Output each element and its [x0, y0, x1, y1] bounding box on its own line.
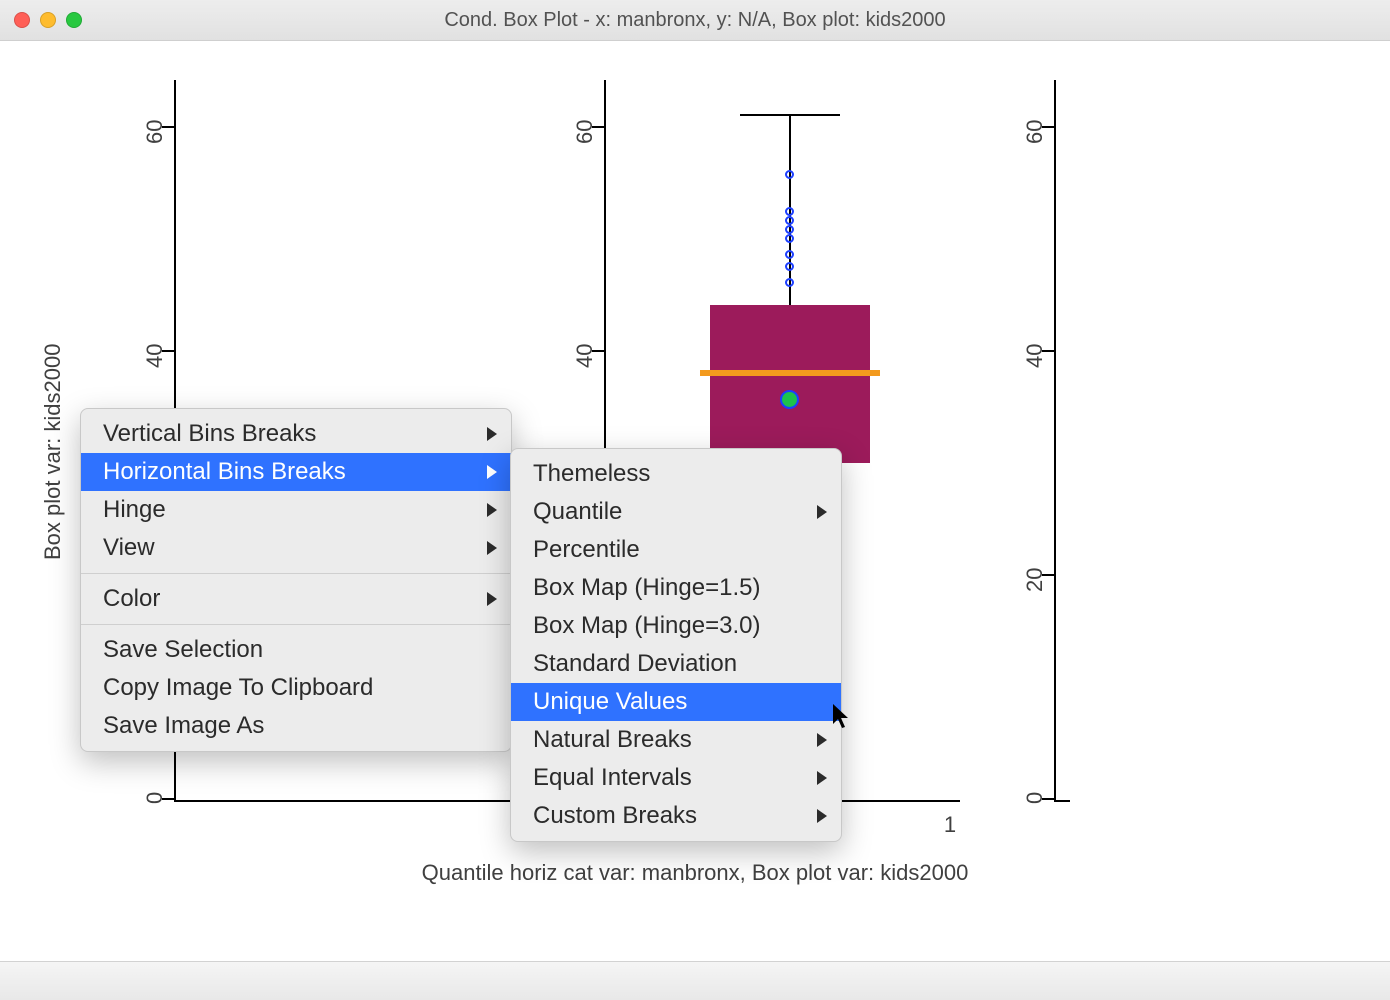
submenu-themeless[interactable]: Themeless	[511, 455, 841, 493]
x-axis-caption: Quantile horiz cat var: manbronx, Box pl…	[0, 860, 1390, 886]
x-category-label: 1	[940, 812, 960, 838]
y-tick-label: 40	[142, 344, 168, 368]
median-line	[700, 370, 880, 376]
y-tick-label: 60	[142, 120, 168, 144]
y-tick-label: 0	[1022, 792, 1048, 804]
outlier	[785, 234, 794, 243]
menu-save-image-as[interactable]: Save Image As	[81, 707, 511, 745]
outlier	[785, 170, 794, 179]
submenu-natural-breaks[interactable]: Natural Breaks	[511, 721, 841, 759]
titlebar: Cond. Box Plot - x: manbronx, y: N/A, Bo…	[0, 0, 1390, 41]
submenu-quantile[interactable]: Quantile	[511, 493, 841, 531]
submenu-boxmap15[interactable]: Box Map (Hinge=1.5)	[511, 569, 841, 607]
close-icon[interactable]	[14, 12, 30, 28]
outlier	[785, 216, 794, 225]
y-tick-label: 60	[572, 120, 598, 144]
y-axis-label: Box plot var: kids2000	[40, 344, 66, 560]
y-tick-label: 40	[572, 344, 598, 368]
y-tick-label: 20	[1022, 568, 1048, 592]
outlier	[785, 262, 794, 271]
submenu-equal-intervals[interactable]: Equal Intervals	[511, 759, 841, 797]
y-axis-line	[1054, 80, 1056, 800]
menu-color[interactable]: Color	[81, 580, 511, 618]
submenu-stddev[interactable]: Standard Deviation	[511, 645, 841, 683]
y-tick-label: 60	[1022, 120, 1048, 144]
menu-separator	[81, 573, 511, 574]
x-axis-line	[1054, 800, 1070, 802]
status-bar	[0, 961, 1390, 1000]
outlier	[785, 278, 794, 287]
menu-view[interactable]: View	[81, 529, 511, 567]
zoom-icon[interactable]	[66, 12, 82, 28]
menu-vertical-bins[interactable]: Vertical Bins Breaks	[81, 415, 511, 453]
submenu-unique-values[interactable]: Unique Values	[511, 683, 841, 721]
submenu-custom-breaks[interactable]: Custom Breaks	[511, 797, 841, 835]
context-menu[interactable]: Vertical Bins Breaks Horizontal Bins Bre…	[80, 408, 512, 752]
x-axis-line	[174, 800, 530, 802]
menu-save-selection[interactable]: Save Selection	[81, 631, 511, 669]
y-tick-label: 40	[1022, 344, 1048, 368]
outlier	[785, 225, 794, 234]
mean-dot	[780, 390, 799, 409]
box-rect	[710, 305, 870, 463]
submenu-percentile[interactable]: Percentile	[511, 531, 841, 569]
submenu-boxmap30[interactable]: Box Map (Hinge=3.0)	[511, 607, 841, 645]
y-tick-label: 0	[142, 792, 168, 804]
menu-separator	[81, 624, 511, 625]
menu-horizontal-bins[interactable]: Horizontal Bins Breaks	[81, 453, 511, 491]
panel-right-axis: 0 20 40 60	[990, 80, 1090, 820]
menu-copy-image[interactable]: Copy Image To Clipboard	[81, 669, 511, 707]
outlier	[785, 250, 794, 259]
context-submenu-horizontal-bins[interactable]: Themeless Quantile Percentile Box Map (H…	[510, 448, 842, 842]
window-controls	[14, 12, 82, 28]
whisker-cap-top	[740, 114, 840, 116]
outlier	[785, 207, 794, 216]
menu-hinge[interactable]: Hinge	[81, 491, 511, 529]
window-title: Cond. Box Plot - x: manbronx, y: N/A, Bo…	[0, 9, 1390, 32]
minimize-icon[interactable]	[40, 12, 56, 28]
